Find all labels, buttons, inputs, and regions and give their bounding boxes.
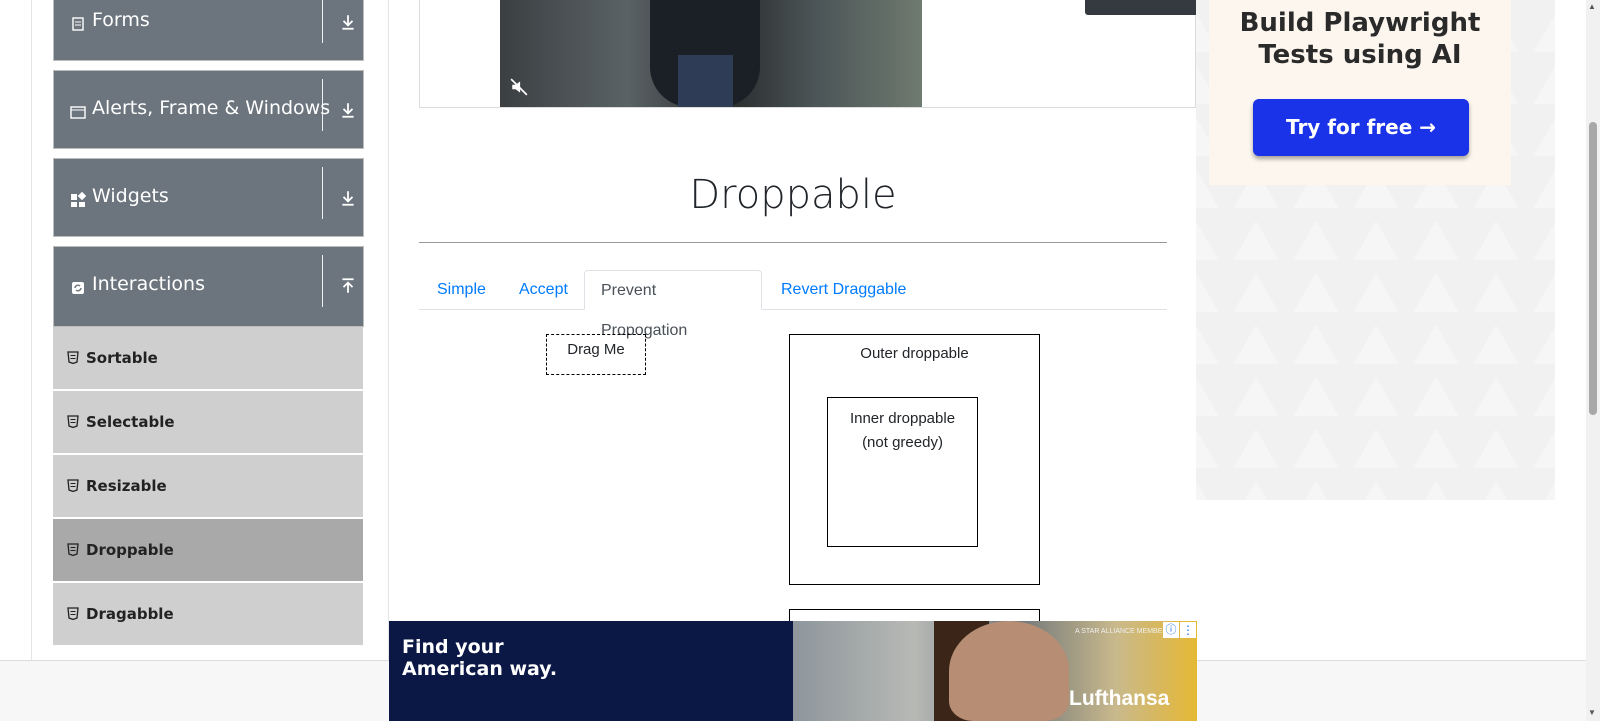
video-player[interactable] [500,0,922,107]
ad-title-line: Tests using AI [1258,40,1462,70]
right-ad[interactable]: Build Playwright Tests using AI Try for … [1196,0,1555,500]
inner-droppable-label-2: (not greedy) [862,434,943,451]
group-separator [322,255,323,307]
refresh-icon [72,282,84,294]
sidebar-item-label: Sortable [86,349,158,367]
inner-droppable[interactable]: Inner droppable (not greedy) [827,397,978,547]
sidebar-item-sortable[interactable]: Sortable [53,327,363,390]
sidebar-group-widgets[interactable]: Widgets [53,158,364,237]
download-arrow-icon [342,15,354,30]
scroll-up-icon[interactable]: ▲ [1588,2,1596,11]
banner-photo-detail [949,621,1069,721]
banner-brand: Lufthansa [1069,687,1170,710]
html5-icon [67,415,79,428]
group-separator [322,79,323,131]
sidebar-item-label: Selectable [86,413,175,431]
html5-icon [67,543,79,556]
info-icon[interactable]: ⓘ [1163,622,1179,638]
widgets-icon [71,192,86,207]
sidebar-group-label: Interactions [92,273,205,295]
dark-toolbar-button[interactable] [1085,0,1196,15]
tab-revert-draggable[interactable]: Revert Draggable [781,270,906,310]
ad-title: Build Playwright Tests using AI [1209,7,1511,71]
sidebar-item-dragabble[interactable]: Dragabble [53,583,363,646]
sidebar-group-interactions[interactable]: Interactions [53,246,364,327]
title-divider [419,242,1167,243]
sidebar-item-droppable[interactable]: Droppable [53,519,363,582]
html5-icon [67,351,79,364]
banner-line: Find your [402,636,504,658]
video-frame-detail [678,55,733,107]
download-arrow-icon [342,103,354,118]
download-arrow-icon [342,191,354,206]
sidebar-item-label: Dragabble [86,605,174,623]
more-vertical-icon[interactable]: ⋮ [1180,622,1196,638]
sidebar-group-label: Widgets [92,185,169,207]
sidebar-group-label: Alerts, Frame & Windows [92,97,331,119]
inner-droppable-label-1: Inner droppable [849,410,956,427]
window-icon [70,106,86,119]
banner-line: American way. [402,658,558,680]
tab-accept[interactable]: Accept [519,270,568,310]
sidebar-divider [388,0,389,660]
group-separator [322,167,323,219]
ad-title-line: Build Playwright [1239,8,1481,38]
banner-tagline: A STAR ALLIANCE MEMBER [1075,628,1168,635]
html5-icon [67,607,79,620]
sidebar-item-label: Droppable [86,541,174,559]
tab-prevent-propogation[interactable]: Prevent Propogation [584,270,762,339]
try-for-free-button[interactable]: Try for free → [1253,99,1469,156]
upload-arrow-icon [342,278,354,293]
tab-simple[interactable]: Simple [437,270,486,310]
left-divider [31,0,32,660]
bottom-banner-ad[interactable]: Find your American way. A STAR ALLIANCE … [389,621,1197,721]
sidebar-group-label: Forms [92,9,150,31]
sidebar-item-selectable[interactable]: Selectable [53,391,363,454]
document-icon [72,17,84,31]
sidebar-item-resizable[interactable]: Resizable [53,455,363,518]
sidebar-item-label: Resizable [86,477,167,495]
mute-icon[interactable] [510,78,528,96]
banner-text: Find your American way. [402,636,557,680]
sidebar-group-forms[interactable]: Forms [53,0,364,61]
html5-icon [67,479,79,492]
scroll-down-icon[interactable]: ▼ [1588,708,1596,717]
sidebar-group-alerts[interactable]: Alerts, Frame & Windows [53,70,364,149]
scrollbar-thumb[interactable] [1589,122,1597,415]
drag-me-box[interactable]: Drag Me [546,334,646,375]
group-separator [322,0,323,43]
page-title: Droppable [689,172,897,218]
